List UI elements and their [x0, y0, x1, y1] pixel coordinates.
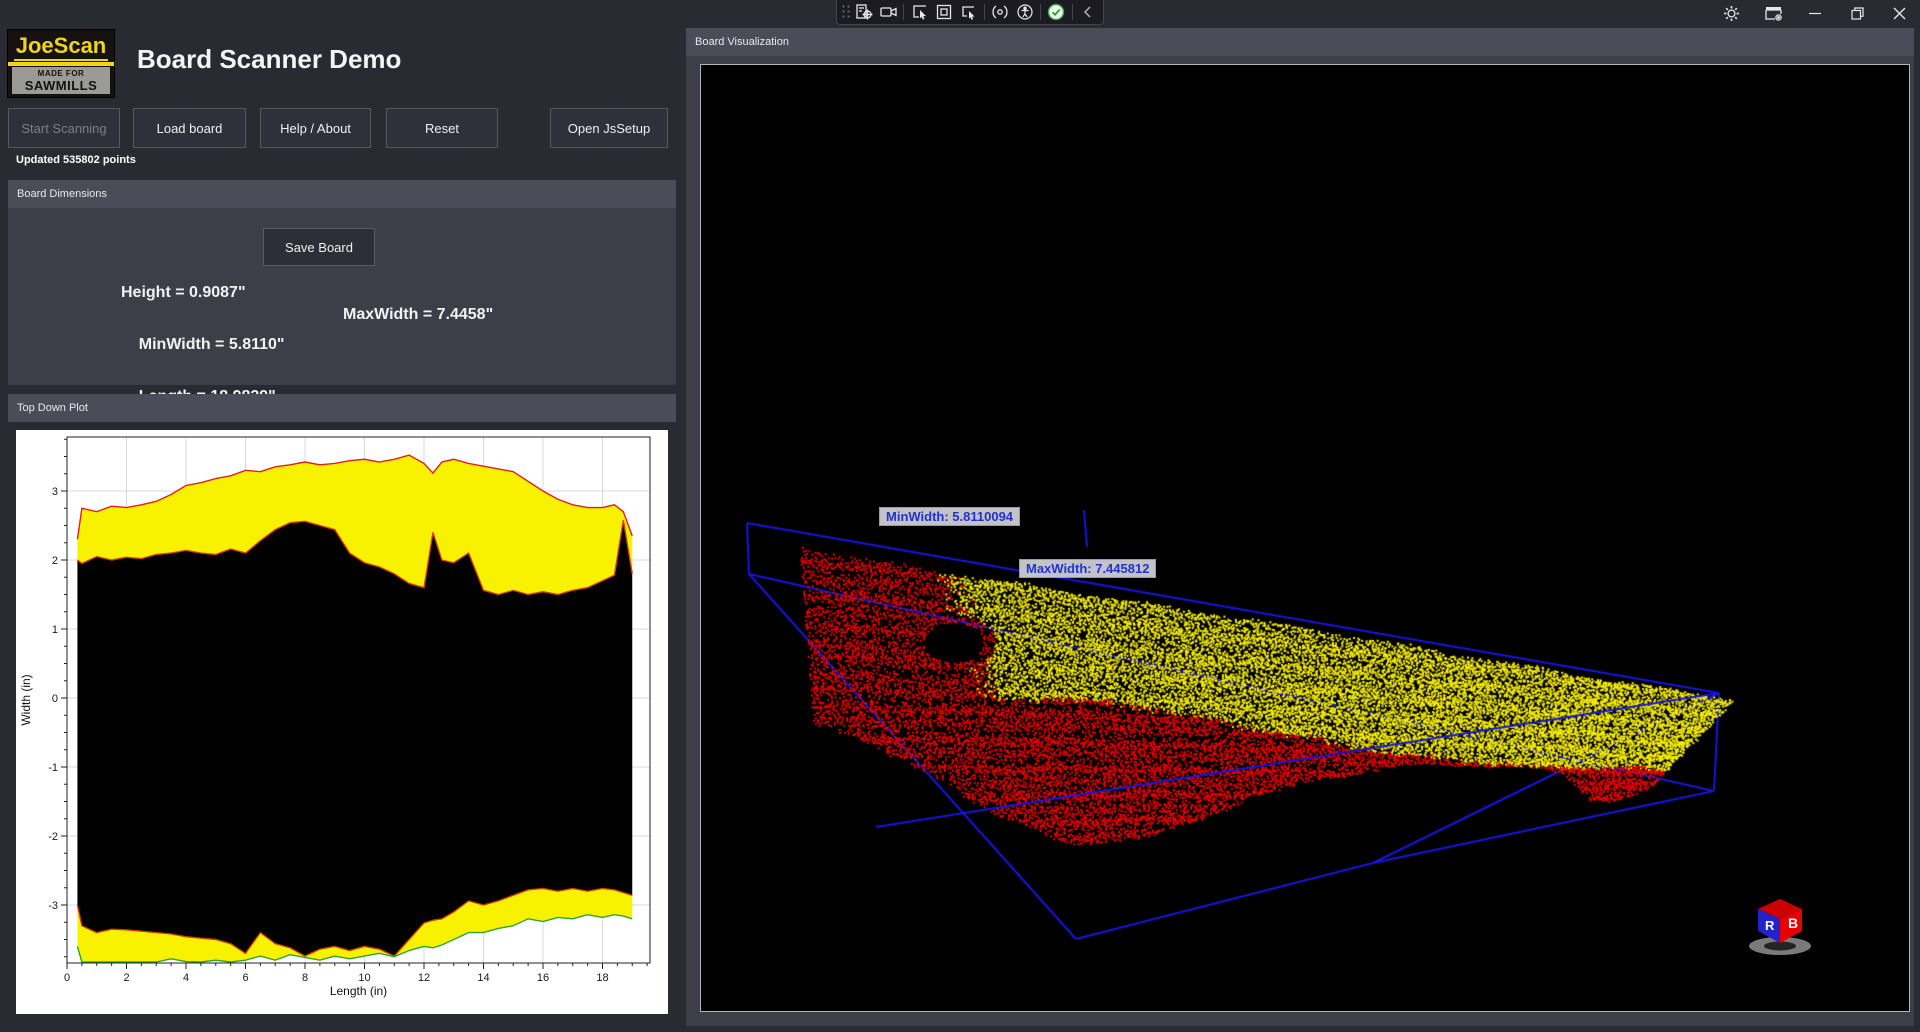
svg-text:0: 0: [64, 972, 70, 984]
top-down-plot-title: Top Down Plot: [17, 402, 88, 414]
svg-text:10: 10: [358, 972, 370, 984]
go-to-live-visual-tree-icon[interactable]: [852, 2, 875, 22]
board-dimensions-panel: Save Board Height = 0.9087" MinWidth = 5…: [8, 208, 676, 385]
maxwidth-value: MaxWidth = 7.4458": [343, 306, 493, 324]
debug-toolbar: [836, 0, 1104, 25]
svg-text:14: 14: [477, 972, 489, 984]
accessibility-checker-icon[interactable]: [1014, 2, 1037, 22]
height-value: Height = 0.9087": [121, 284, 246, 301]
minwidth-3d-label: MinWidth: 5.8110094: [879, 507, 1020, 526]
top-down-plot: 024681012141618-3-2-10123Length (in)Widt…: [16, 430, 668, 1014]
svg-text:-2: -2: [48, 831, 58, 843]
theme-settings-icon[interactable]: [1710, 0, 1752, 26]
maxwidth-3d-label: MaxWidth: 7.445812: [1019, 559, 1156, 578]
display-layout-adorners-icon[interactable]: [933, 2, 956, 22]
svg-text:2: 2: [123, 972, 129, 984]
start-scanning-button[interactable]: Start Scanning: [8, 108, 120, 148]
svg-text:0: 0: [52, 693, 58, 705]
logo-tagline-1: MADE FOR: [12, 67, 110, 78]
minimize-icon[interactable]: [1794, 0, 1836, 26]
svg-text:1: 1: [52, 624, 58, 636]
load-board-button[interactable]: Load board: [133, 108, 246, 148]
svg-text:18: 18: [596, 972, 608, 984]
reset-button[interactable]: Reset: [386, 108, 498, 148]
toolbar-grip-handle[interactable]: [841, 4, 850, 20]
gizmo-letter-r: R: [1765, 918, 1775, 933]
status-updated-points: Updated 535802 points: [16, 154, 136, 166]
toolbar-separator: [984, 4, 985, 20]
svg-text:8: 8: [302, 972, 308, 984]
screenshot-camera-icon[interactable]: [877, 2, 900, 22]
help-about-button[interactable]: Help / About: [260, 108, 371, 148]
svg-text:Length (in): Length (in): [330, 984, 387, 998]
top-down-plot-svg: 024681012141618-3-2-10123Length (in)Widt…: [16, 430, 668, 1014]
titlebar-settings-icon[interactable]: [1752, 0, 1794, 26]
svg-text:12: 12: [418, 972, 430, 984]
save-board-button[interactable]: Save Board: [263, 228, 375, 266]
svg-text:2: 2: [52, 555, 58, 567]
page-title: Board Scanner Demo: [137, 44, 401, 75]
svg-text:4: 4: [183, 972, 189, 984]
hot-reload-icon[interactable]: [989, 2, 1012, 22]
svg-text:-3: -3: [48, 900, 58, 912]
svg-text:16: 16: [537, 972, 549, 984]
toolbar-separator: [1040, 4, 1041, 20]
hot-reload-status-ok-icon[interactable]: [1045, 2, 1068, 22]
track-focused-element-icon[interactable]: [958, 2, 981, 22]
board-visualization-header: Board Visualization: [686, 28, 1914, 56]
orientation-gizmo[interactable]: R B: [1744, 889, 1816, 959]
board-dimensions-title: Board Dimensions: [17, 188, 107, 200]
svg-text:6: 6: [242, 972, 248, 984]
restore-icon[interactable]: [1836, 0, 1878, 26]
toolbar-separator: [1072, 4, 1073, 20]
logo-tagline-2: SAWMILLS: [12, 78, 110, 94]
board-3d-viewport[interactable]: MinWidth: 5.8110094 MaxWidth: 7.445812 R…: [700, 64, 1910, 1012]
svg-text:Width (in): Width (in): [19, 674, 33, 725]
title-bar: [0, 0, 1920, 26]
toolbar-separator: [903, 4, 904, 20]
gizmo-letter-b: B: [1788, 915, 1798, 931]
board-dimensions-header: Board Dimensions: [8, 180, 676, 208]
close-icon[interactable]: [1878, 0, 1920, 26]
board-visualization-title: Board Visualization: [695, 36, 789, 48]
open-jssetup-button[interactable]: Open JsSetup: [550, 108, 668, 148]
joescan-logo: JoeScan MADE FOR SAWMILLS: [7, 29, 115, 98]
point-cloud-canvas[interactable]: [701, 65, 1909, 1011]
logo-wordmark: JoeScan: [14, 33, 109, 61]
minwidth-value: MinWidth = 5.8110": [139, 336, 285, 353]
collapse-toolbar-chevron-icon[interactable]: [1077, 2, 1100, 22]
top-down-plot-header: Top Down Plot: [8, 394, 676, 422]
select-element-icon[interactable]: [908, 2, 931, 22]
svg-text:3: 3: [52, 486, 58, 498]
svg-text:-1: -1: [48, 762, 58, 774]
window-controls: [1710, 0, 1920, 26]
